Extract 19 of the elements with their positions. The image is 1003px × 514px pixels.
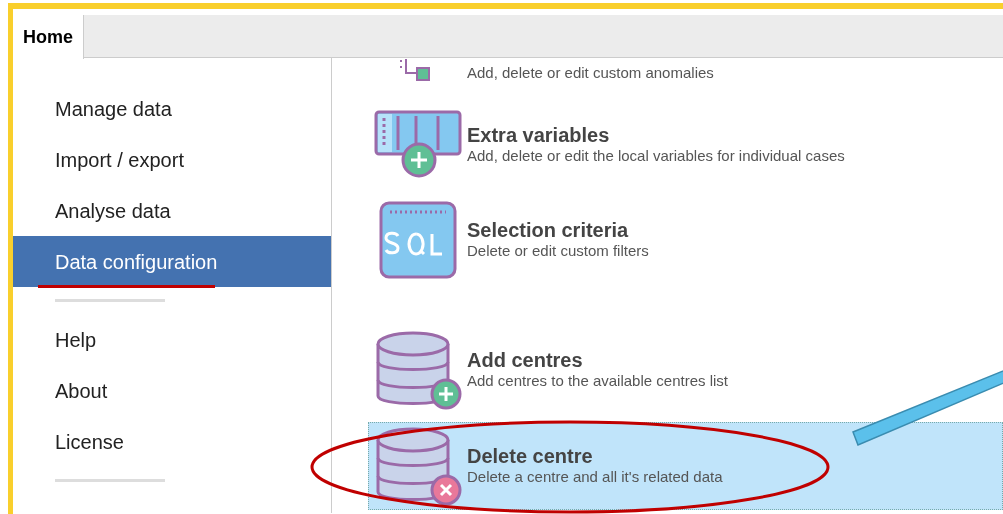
option-row[interactable]: Add centres Add centres to the available centres list: [368, 326, 1003, 414]
option-title: Add centres: [467, 349, 584, 372]
option-description: Delete or edit custom filters: [467, 241, 649, 261]
option-row[interactable]: Selection criteria Delete or edit custom filters: [368, 196, 1003, 284]
option-title: Extra variables: [467, 124, 611, 147]
sql-icon: [378, 200, 458, 280]
option-description: Add, delete or edit custom anomalies: [467, 63, 714, 83]
option-title: Selection criteria: [467, 219, 630, 242]
option-row[interactable]: Extra variables Add, delete or edit the local variables for individual cases: [368, 101, 1003, 189]
option-row[interactable]: Delete centre Delete a centre and all it's related data: [368, 422, 1003, 510]
option-title: Delete centre: [467, 445, 594, 468]
option-row[interactable]: Add, delete or edit custom anomalies: [368, 58, 1003, 88]
home-tab[interactable]: Home: [13, 15, 84, 59]
option-description: Add centres to the available centres list: [467, 371, 728, 391]
sidebar-item[interactable]: Data configuration: [13, 236, 331, 287]
database-add-icon: [374, 330, 462, 410]
database-delete-icon: [374, 426, 462, 506]
option-description: Add, delete or edit the local variables for individual cases: [467, 146, 845, 166]
option-description: Delete a centre and all it's related data: [467, 467, 723, 487]
